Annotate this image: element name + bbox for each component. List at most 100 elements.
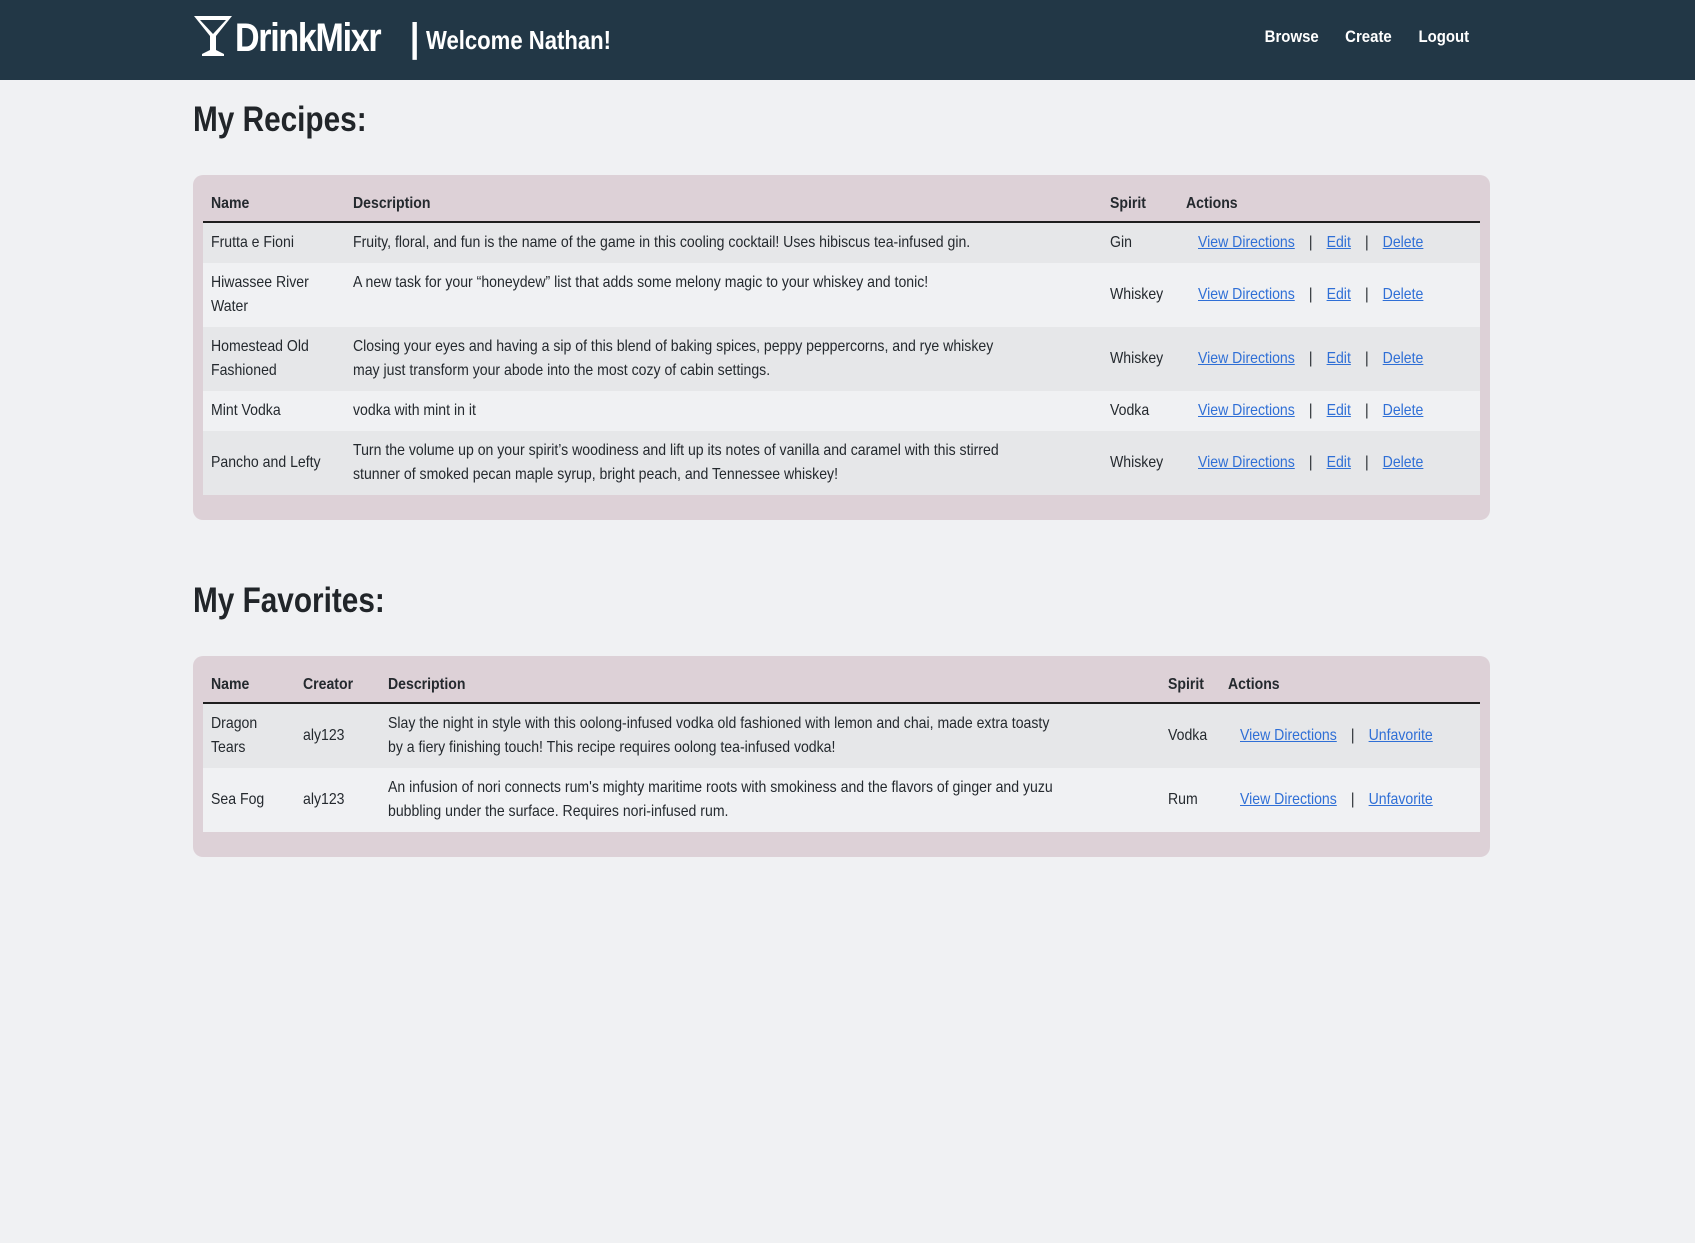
column-header-creator: Creator (295, 666, 380, 704)
delete-link[interactable]: Delete (1383, 234, 1424, 251)
favorites-table: Name Creator Description Spirit Actions … (203, 666, 1480, 832)
recipe-name-cell: Hiwassee River Water (203, 263, 345, 327)
view-directions-link[interactable]: View Directions (1198, 286, 1295, 303)
favorite-description-cell: Slay the night in style with this oolong… (380, 703, 1160, 768)
recipe-name-cell: Pancho and Lefty (203, 431, 345, 495)
recipe-actions: View Directions | Edit | Delete (1198, 347, 1423, 371)
favorites-card-wrap: Name Creator Description Spirit Actions … (193, 656, 1490, 857)
recipe-actions-cell: View Directions | Edit | Delete (1178, 391, 1480, 431)
recipe-name: Homestead Old Fashioned (211, 338, 309, 379)
brand[interactable]: DrinkMixr | Welcome Nathan! (193, 8, 644, 68)
favorite-spirit: Vodka (1168, 727, 1208, 744)
favorite-creator-cell: aly123 (295, 703, 380, 768)
recipe-description: Fruity, floral, and fun is the name of t… (353, 234, 971, 251)
action-separator: | (1309, 454, 1313, 471)
view-directions-link[interactable]: View Directions (1198, 454, 1295, 471)
recipe-spirit-cell: Whiskey (1102, 263, 1178, 327)
delete-link[interactable]: Delete (1383, 402, 1424, 419)
recipe-actions-cell: View Directions | Edit | Delete (1178, 327, 1480, 391)
favorites-card: Name Creator Description Spirit Actions … (193, 656, 1490, 857)
recipe-name: Hiwassee River Water (211, 274, 309, 315)
edit-link[interactable]: Edit (1327, 350, 1351, 367)
favorite-spirit-cell: Rum (1160, 768, 1220, 832)
view-directions-link[interactable]: View Directions (1198, 234, 1295, 251)
action-separator: | (1309, 350, 1313, 367)
view-directions-link[interactable]: View Directions (1240, 727, 1337, 744)
brand-separator: | (409, 15, 420, 60)
favorite-name: Dragon Tears (211, 715, 258, 756)
navbar: DrinkMixr | Welcome Nathan! Browse Creat… (0, 0, 1695, 80)
recipe-description-cell: Turn the volume up on your spirit’s wood… (345, 431, 1102, 495)
action-separator: | (1365, 350, 1370, 367)
favorites-title: My Favorites: (193, 581, 385, 620)
recipe-description-cell: Closing your eyes and having a sip of th… (345, 327, 1102, 391)
delete-link[interactable]: Delete (1383, 350, 1424, 367)
favorite-actions: View Directions | Unfavorite (1240, 788, 1433, 812)
recipe-actions: View Directions | Edit | Delete (1198, 451, 1423, 475)
action-separator: | (1351, 791, 1355, 808)
table-header-row: Name Creator Description Spirit Actions (203, 666, 1480, 704)
favorite-actions-cell: View Directions | Unfavorite (1220, 768, 1480, 832)
recipes-table: Name Description Spirit Actions Frutta e… (203, 185, 1480, 495)
action-separator: | (1365, 402, 1370, 419)
recipe-description-cell: vodka with mint in it (345, 391, 1102, 431)
favorite-description: An infusion of nori connects rum's might… (388, 779, 1053, 820)
favorite-description-cell: An infusion of nori connects rum's might… (380, 768, 1160, 832)
table-row: Sea Fog aly123 An infusion of nori connect… (203, 768, 1480, 832)
table-row: Hiwassee River Water A new task for your … (203, 263, 1480, 327)
favorite-creator: aly123 (303, 727, 345, 744)
table-row: Mint Vodka vodka with mint in it Vodka View… (203, 391, 1480, 431)
unfavorite-link[interactable]: Unfavorite (1369, 727, 1433, 744)
recipe-actions: View Directions | Edit | Delete (1198, 399, 1423, 423)
recipes-title: My Recipes: (193, 100, 367, 139)
recipe-spirit-cell: Gin (1102, 222, 1178, 263)
recipe-description: A new task for your “honeydew” list that… (353, 274, 929, 291)
column-header-actions: Actions (1220, 666, 1480, 704)
table-row: Frutta e Fioni Fruity, floral, and fun is… (203, 222, 1480, 263)
recipe-spirit: Whiskey (1110, 454, 1164, 471)
brand-name[interactable]: DrinkMixr (235, 16, 382, 61)
favorite-actions: View Directions | Unfavorite (1240, 724, 1433, 748)
recipe-description: Closing your eyes and having a sip of th… (353, 338, 994, 379)
recipe-name-cell: Mint Vodka (203, 391, 345, 431)
column-header-spirit: Spirit (1160, 666, 1221, 704)
edit-link[interactable]: Edit (1327, 402, 1351, 419)
favorites-section: My Favorites: (193, 581, 1490, 621)
edit-link[interactable]: Edit (1327, 454, 1351, 471)
action-separator: | (1365, 286, 1370, 303)
view-directions-link[interactable]: View Directions (1240, 791, 1337, 808)
nav-create-link[interactable]: Create (1346, 27, 1393, 47)
favorite-actions-cell: View Directions | Unfavorite (1220, 703, 1480, 768)
recipe-spirit-cell: Vodka (1102, 391, 1178, 431)
delete-link[interactable]: Delete (1383, 454, 1424, 471)
action-separator: | (1309, 402, 1313, 419)
welcome-message: Welcome Nathan! (426, 24, 612, 55)
action-separator: | (1351, 727, 1355, 744)
delete-link[interactable]: Delete (1383, 286, 1424, 303)
favorite-description: Slay the night in style with this oolong… (388, 715, 1050, 756)
recipes-card-wrap: Name Description Spirit Actions Frutta e… (193, 175, 1490, 520)
recipes-card: Name Description Spirit Actions Frutta e… (193, 175, 1490, 520)
recipe-actions-cell: View Directions | Edit | Delete (1178, 431, 1480, 495)
favorite-spirit-cell: Vodka (1160, 703, 1220, 768)
recipes-section: My Recipes: (193, 100, 1490, 140)
recipe-spirit: Whiskey (1110, 286, 1164, 303)
column-header-spirit: Spirit (1102, 185, 1179, 223)
nav-browse-link[interactable]: Browse (1265, 27, 1319, 47)
table-row: Homestead Old Fashioned Closing your eyes… (203, 327, 1480, 391)
edit-link[interactable]: Edit (1327, 286, 1351, 303)
recipe-actions-cell: View Directions | Edit | Delete (1178, 263, 1480, 327)
action-separator: | (1309, 234, 1313, 251)
recipe-name: Frutta e Fioni (211, 234, 294, 251)
recipe-spirit: Whiskey (1110, 350, 1164, 367)
nav-logout-link[interactable]: Logout (1419, 27, 1470, 47)
recipe-actions: View Directions | Edit | Delete (1198, 283, 1423, 307)
view-directions-link[interactable]: View Directions (1198, 402, 1295, 419)
edit-link[interactable]: Edit (1327, 234, 1351, 251)
column-header-name: Name (203, 666, 295, 704)
column-header-actions: Actions (1178, 185, 1480, 223)
recipe-name: Mint Vodka (211, 402, 281, 419)
view-directions-link[interactable]: View Directions (1198, 350, 1295, 367)
recipe-description-cell: Fruity, floral, and fun is the name of t… (345, 222, 1102, 263)
unfavorite-link[interactable]: Unfavorite (1369, 791, 1433, 808)
